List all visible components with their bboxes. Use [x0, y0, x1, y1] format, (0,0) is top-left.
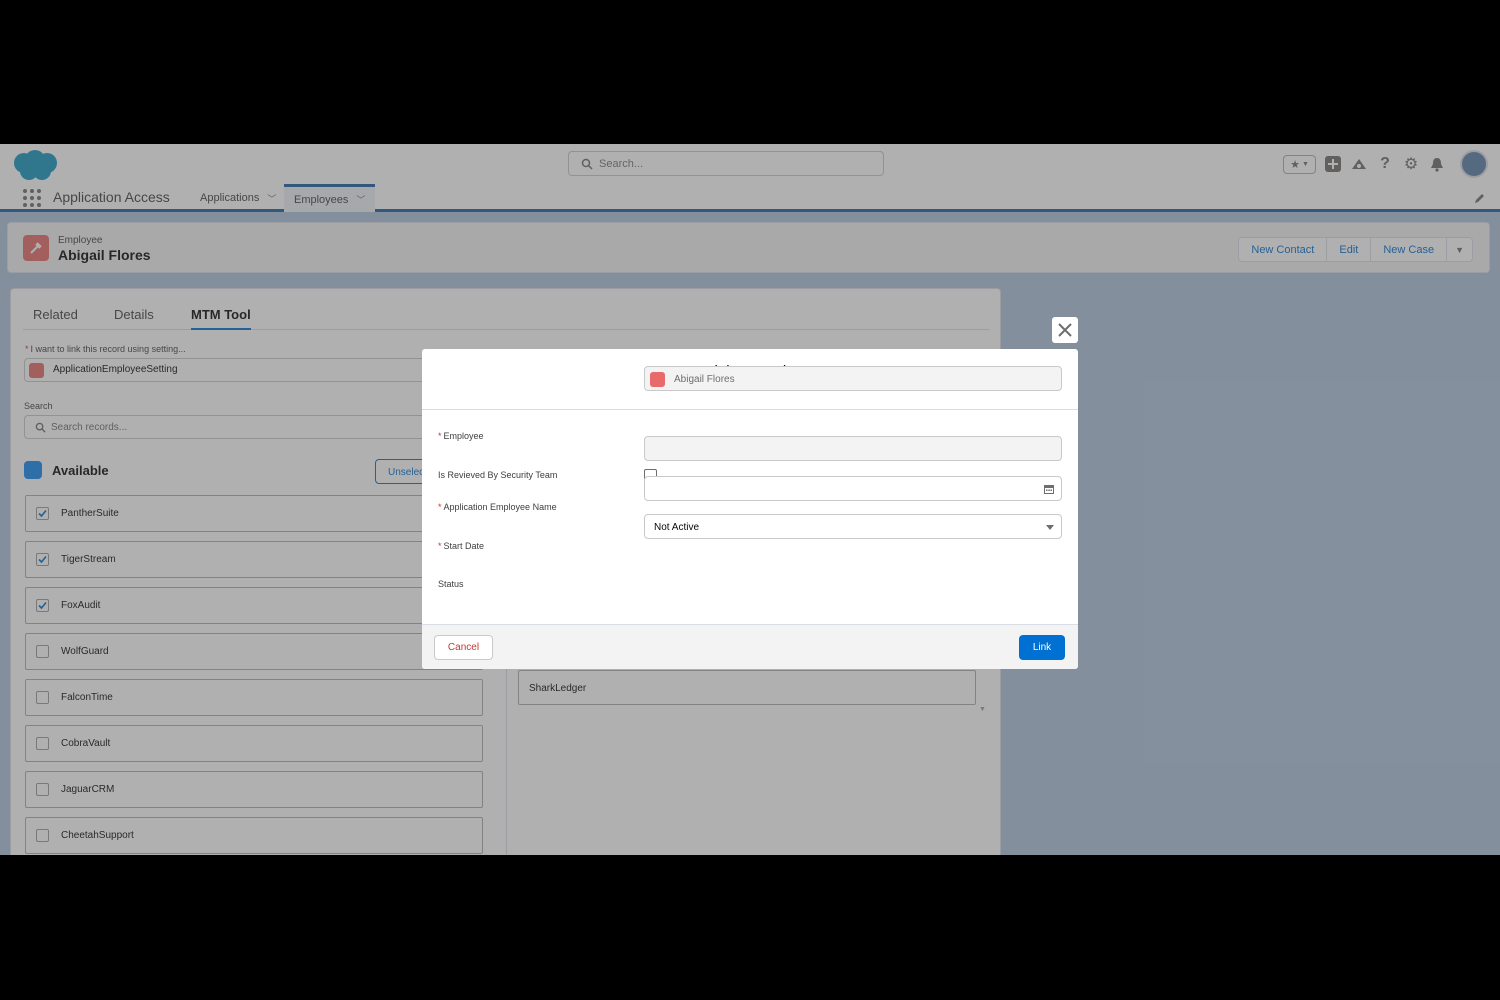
start-date-label: * Start Date — [438, 541, 485, 551]
app-employee-name-label: * Application Employee Name — [438, 502, 557, 512]
status-select[interactable]: Not Active — [644, 514, 1062, 539]
link-button[interactable]: Link — [1019, 635, 1065, 660]
modal-footer: Cancel Link — [422, 624, 1078, 669]
close-modal-button[interactable] — [1052, 317, 1078, 343]
status-label: Status — [438, 579, 464, 589]
reviewed-field-label: Is Revieved By Security Team — [438, 470, 558, 480]
screen: ★ ▼ ? ⚙ Application Access Applications … — [0, 144, 1500, 855]
status-value: Not Active — [654, 522, 700, 533]
close-icon — [1058, 323, 1072, 337]
link-records-modal: Link Records Fill fields bellow to link … — [422, 349, 1078, 669]
employee-value: Abigail Flores — [674, 374, 735, 385]
cancel-button[interactable]: Cancel — [434, 635, 493, 660]
employee-record-icon — [650, 372, 665, 387]
start-date-field[interactable] — [644, 476, 1062, 501]
app-employee-name-field[interactable] — [644, 436, 1062, 461]
chevron-down-icon — [1046, 525, 1054, 530]
employee-field-label: * Employee — [438, 431, 484, 441]
calendar-icon[interactable] — [1044, 484, 1054, 494]
employee-lookup-field[interactable]: Abigail Flores — [644, 366, 1062, 391]
